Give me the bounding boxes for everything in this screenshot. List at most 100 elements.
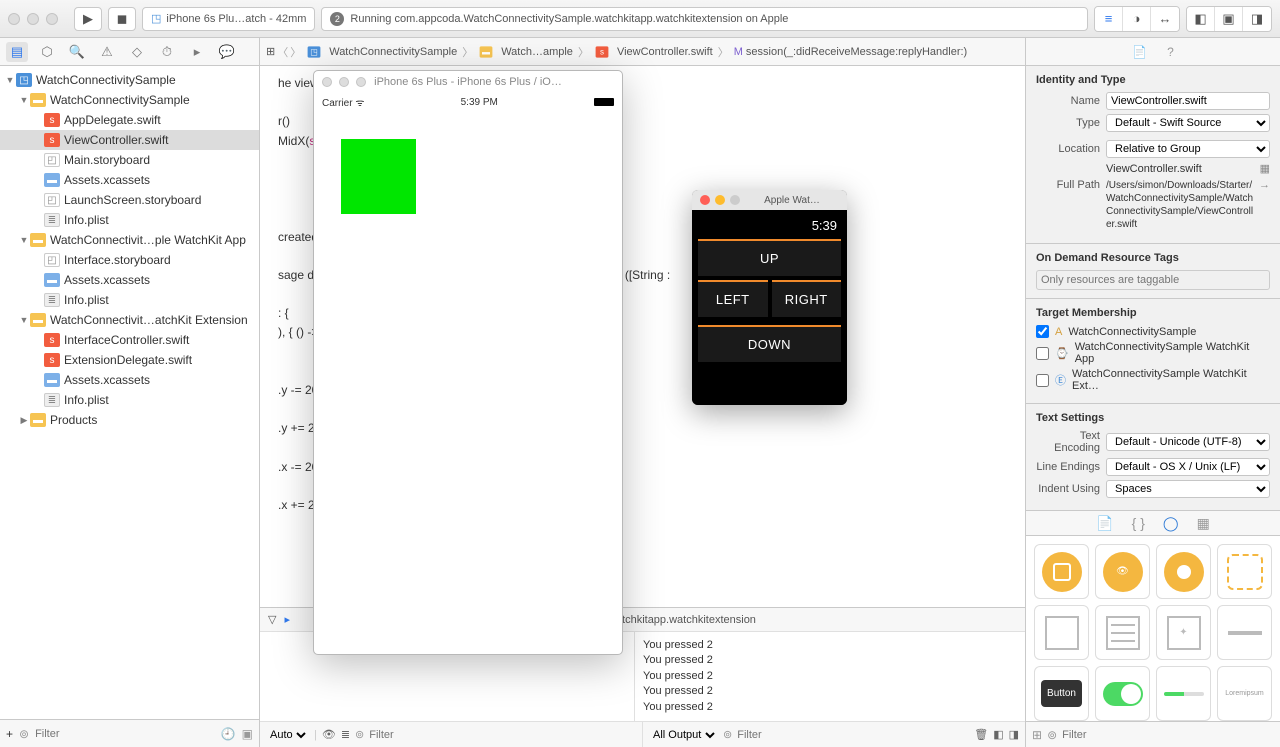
reveal-icon[interactable]: →: [1259, 179, 1270, 191]
tree-file[interactable]: ≣Info.plist: [0, 290, 259, 310]
help-inspector-tab[interactable]: ?: [1167, 45, 1174, 59]
standard-editor-button[interactable]: ≡: [1095, 7, 1123, 31]
tree-file[interactable]: sExtensionDelegate.swift: [0, 350, 259, 370]
lib-item[interactable]: [1095, 605, 1150, 660]
up-button[interactable]: UP: [698, 239, 841, 276]
find-navigator-tab[interactable]: 🔍: [66, 42, 88, 62]
watch-face[interactable]: 5:39 UP LEFT RIGHT DOWN: [692, 210, 847, 405]
clear-console-icon[interactable]: 🗑: [974, 728, 988, 741]
crumb-project[interactable]: ◳WatchConnectivitySample: [303, 45, 460, 59]
test-navigator-tab[interactable]: ◇: [126, 42, 148, 62]
lib-item-label[interactable]: Loremipsum: [1217, 666, 1272, 721]
toggle-vars-icon[interactable]: ◧: [993, 728, 1003, 741]
close-icon[interactable]: [8, 13, 20, 25]
tree-file[interactable]: ◰LaunchScreen.storyboard: [0, 190, 259, 210]
tree-group[interactable]: ▶▬Products: [0, 410, 259, 430]
code-snippet-tab[interactable]: { }: [1132, 515, 1145, 531]
project-tree[interactable]: ▼◳WatchConnectivitySample ▼▬WatchConnect…: [0, 66, 259, 719]
toggle-navigator-button[interactable]: ◧: [1187, 7, 1215, 31]
debug-navigator-tab[interactable]: ⏱: [156, 42, 178, 62]
minimize-icon[interactable]: [27, 13, 39, 25]
console-filter-input[interactable]: [737, 729, 969, 741]
symbol-navigator-tab[interactable]: ⬡: [36, 42, 58, 62]
variables-filter-input[interactable]: [369, 729, 636, 741]
scheme-selector[interactable]: ◳ iPhone 6s Plu…atch - 42mm: [142, 7, 315, 31]
print-icon[interactable]: ≣: [341, 728, 350, 741]
activity-viewer[interactable]: 2 Running com.appcoda.WatchConnectivityS…: [321, 7, 1088, 31]
watch-titlebar[interactable]: Apple Wat…: [692, 190, 847, 210]
watch-simulator-window[interactable]: Apple Wat… 5:39 UP LEFT RIGHT DOWN: [692, 190, 847, 405]
app-view[interactable]: [314, 111, 622, 654]
toggle-debug-button[interactable]: ▣: [1215, 7, 1243, 31]
lib-item[interactable]: 👁: [1095, 544, 1150, 599]
tree-file[interactable]: ≣Info.plist: [0, 390, 259, 410]
library-filter-input[interactable]: [1062, 729, 1274, 741]
toggle-utilities-button[interactable]: ◨: [1243, 7, 1271, 31]
encoding-select[interactable]: Default - Unicode (UTF-8): [1106, 433, 1270, 451]
version-editor-button[interactable]: ↔: [1151, 7, 1179, 31]
lib-item-button[interactable]: Button: [1034, 666, 1089, 721]
filter-icon[interactable]: ⊚: [19, 727, 29, 741]
tree-file[interactable]: ◰Interface.storyboard: [0, 250, 259, 270]
tree-file[interactable]: ▬Assets.xcassets: [0, 370, 259, 390]
related-items-icon[interactable]: ⊞: [266, 45, 275, 58]
jump-bar[interactable]: ⊞ 〈〉 ◳WatchConnectivitySample〉 ▬Watch…am…: [260, 38, 1025, 66]
target-checkbox[interactable]: [1036, 347, 1049, 360]
tree-file-selected[interactable]: sViewController.swift: [0, 130, 259, 150]
tree-file[interactable]: ▬Assets.xcassets: [0, 170, 259, 190]
iphone-simulator-window[interactable]: iPhone 6s Plus - iPhone 6s Plus / iO… Ca…: [313, 70, 623, 655]
object-library[interactable]: 👁 ✦ Button Loremipsum: [1026, 536, 1280, 721]
assistant-editor-button[interactable]: ◑: [1123, 7, 1151, 31]
crumb-file[interactable]: sViewController.swift: [591, 45, 716, 59]
issue-navigator-tab[interactable]: ⚠: [96, 42, 118, 62]
lib-item[interactable]: [1217, 605, 1272, 660]
target-checkbox[interactable]: [1036, 325, 1049, 338]
location-select[interactable]: Relative to Group: [1106, 140, 1270, 158]
scm-icon[interactable]: ▣: [242, 727, 253, 741]
report-navigator-tab[interactable]: 💬: [216, 42, 238, 62]
tree-group[interactable]: ▼▬WatchConnectivitySample: [0, 90, 259, 110]
down-button[interactable]: DOWN: [698, 325, 841, 362]
grid-view-icon[interactable]: ⊞: [1032, 728, 1042, 742]
type-select[interactable]: Default - Swift Source: [1106, 114, 1270, 132]
close-icon[interactable]: [700, 195, 710, 205]
zoom-icon[interactable]: [730, 195, 740, 205]
tree-file[interactable]: sAppDelegate.swift: [0, 110, 259, 130]
object-library-tab[interactable]: ◯: [1163, 515, 1179, 532]
breakpoint-navigator-tab[interactable]: ▸: [186, 42, 208, 62]
lib-item-switch[interactable]: [1095, 666, 1150, 721]
left-button[interactable]: LEFT: [698, 280, 768, 317]
name-input[interactable]: [1106, 92, 1270, 110]
lib-item[interactable]: ✦: [1156, 605, 1211, 660]
line-endings-select[interactable]: Default - OS X / Unix (LF): [1106, 458, 1270, 476]
breakpoint-toggle-icon[interactable]: ▸: [284, 613, 290, 626]
tree-group[interactable]: ▼▬WatchConnectivit…atchKit Extension: [0, 310, 259, 330]
crumb-symbol[interactable]: M session(_:didReceiveMessage:replyHandl…: [731, 46, 971, 58]
indent-select[interactable]: Spaces: [1106, 480, 1270, 498]
lib-item[interactable]: [1034, 544, 1089, 599]
stop-button[interactable]: ◼: [108, 7, 136, 31]
tree-group[interactable]: ▼▬WatchConnectivit…ple WatchKit App: [0, 230, 259, 250]
media-library-tab[interactable]: ▦: [1197, 515, 1210, 532]
lib-item[interactable]: [1217, 544, 1272, 599]
minimize-icon[interactable]: [715, 195, 725, 205]
file-inspector-tab[interactable]: 📄: [1132, 45, 1147, 59]
console-view[interactable]: You pressed 2 You pressed 2 You pressed …: [635, 632, 1025, 721]
tree-file[interactable]: ≣Info.plist: [0, 210, 259, 230]
lib-item-slider[interactable]: [1156, 666, 1211, 721]
recent-icon[interactable]: 🕘: [221, 727, 236, 741]
navigator-filter-input[interactable]: [35, 728, 215, 740]
simulator-titlebar[interactable]: iPhone 6s Plus - iPhone 6s Plus / iO…: [314, 71, 622, 93]
lib-item[interactable]: [1156, 544, 1211, 599]
crumb-group[interactable]: ▬Watch…ample: [475, 45, 576, 59]
tree-file[interactable]: sInterfaceController.swift: [0, 330, 259, 350]
target-checkbox[interactable]: [1036, 374, 1049, 387]
file-template-tab[interactable]: 📄: [1096, 515, 1113, 532]
toggle-icon[interactable]: ▽: [268, 613, 276, 626]
tree-file[interactable]: ◰Main.storyboard: [0, 150, 259, 170]
right-button[interactable]: RIGHT: [772, 280, 842, 317]
tree-file[interactable]: ▬Assets.xcassets: [0, 270, 259, 290]
folder-icon[interactable]: ▦: [1260, 162, 1270, 175]
toggle-console-icon[interactable]: ◨: [1009, 728, 1019, 741]
project-navigator-tab[interactable]: ▤: [6, 42, 28, 62]
